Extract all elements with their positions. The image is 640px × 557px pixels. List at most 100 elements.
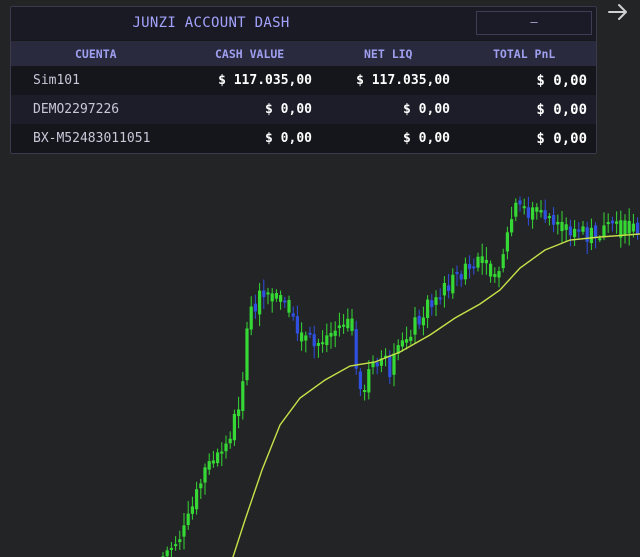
candle-body — [287, 300, 291, 313]
column-header-total-pnl[interactable]: TOTAL PnL — [493, 47, 555, 61]
candle-body — [321, 342, 325, 345]
candle-body — [350, 318, 354, 331]
column-header-account[interactable]: CUENTA — [75, 47, 117, 61]
candle-body — [342, 324, 346, 327]
net-liq-value: $ 117.035,00 — [356, 73, 450, 88]
candle-body — [556, 221, 560, 225]
candle-body — [274, 293, 278, 299]
total-pnl-value: $ 0,00 — [536, 73, 587, 89]
candle-body — [270, 293, 274, 302]
candle-body — [636, 222, 640, 234]
candle-body — [354, 328, 358, 369]
candle-body — [409, 336, 413, 341]
panel-header: JUNZI ACCOUNT DASH – — [11, 7, 596, 40]
panel-title: JUNZI ACCOUNT DASH — [132, 15, 290, 31]
candle-body — [543, 210, 547, 220]
candle-body — [329, 332, 333, 337]
total-pnl-value: $ 0,00 — [536, 102, 587, 118]
candle-body — [405, 339, 409, 343]
candle-body — [211, 460, 215, 464]
candle-body — [547, 216, 551, 219]
candle-body — [241, 381, 245, 411]
candle-body — [266, 292, 270, 295]
candle-body — [623, 220, 627, 236]
candle-body — [262, 290, 266, 298]
cash-value: $ 0,00 — [265, 102, 312, 117]
moving-average-line — [232, 233, 640, 557]
arrow-right-icon[interactable] — [606, 2, 630, 22]
candle-body — [568, 226, 572, 236]
candle-body — [195, 489, 199, 510]
candle-body — [346, 318, 350, 329]
cash-value: $ 0,00 — [265, 131, 312, 146]
candle-body — [615, 221, 619, 224]
total-pnl-value: $ 0,00 — [536, 131, 587, 147]
candle-body — [493, 273, 497, 277]
candle-body — [598, 238, 602, 241]
candle-body — [610, 220, 614, 224]
column-header-row: CUENTA CASH VALUE NET LIQ TOTAL PnL — [11, 41, 596, 66]
candle-body — [522, 206, 526, 209]
candle-body — [510, 219, 514, 233]
account-name: DEMO2297226 — [33, 102, 120, 117]
candle-body — [375, 362, 379, 367]
candle-body — [300, 332, 304, 342]
candle-body — [237, 409, 241, 417]
candle-body — [400, 340, 404, 347]
candle-body — [249, 306, 253, 330]
candle-body — [564, 224, 568, 230]
candle-body — [447, 285, 451, 291]
candle-body — [606, 222, 610, 225]
candle-body — [283, 300, 287, 303]
candle-body — [476, 256, 480, 268]
candle-body — [531, 207, 535, 220]
table-row[interactable]: Sim101 $ 117.035,00 $ 117.035,00 $ 0,00 — [11, 66, 596, 95]
candle-body — [451, 274, 455, 294]
candle-body — [203, 467, 207, 483]
minimize-button[interactable]: – — [476, 11, 592, 35]
candle-body — [526, 207, 530, 218]
candle-body — [304, 335, 308, 341]
candle-body — [186, 513, 190, 526]
candle-body — [308, 332, 312, 335]
candle-body — [224, 443, 228, 452]
candle-body — [589, 227, 593, 244]
cash-value: $ 117.035,00 — [218, 73, 312, 88]
candle-body — [421, 317, 425, 326]
candle-body — [333, 330, 337, 336]
candle-body — [358, 371, 362, 390]
column-header-net-liq[interactable]: NET LIQ — [364, 47, 412, 61]
candle-body — [207, 461, 211, 470]
candle-body — [258, 290, 262, 315]
account-dashboard-panel: JUNZI ACCOUNT DASH – CUENTA CASH VALUE N… — [10, 6, 597, 154]
candle-body — [430, 300, 434, 308]
table-row[interactable]: BX-M52483011051 $ 0,00 $ 0,00 $ 0,00 — [11, 124, 596, 153]
candle-body — [337, 325, 341, 329]
candle-body — [581, 226, 585, 232]
candle-body — [602, 225, 606, 237]
candle-body — [199, 483, 203, 489]
net-liq-value: $ 0,00 — [403, 131, 450, 146]
net-liq-value: $ 0,00 — [403, 102, 450, 117]
candle-body — [291, 313, 295, 317]
candle-body — [631, 223, 635, 232]
candle-body — [484, 259, 488, 264]
candle-body — [295, 316, 299, 334]
candle-body — [438, 297, 442, 300]
candle-body — [535, 207, 539, 212]
candle-body — [505, 232, 509, 252]
candle-body — [539, 210, 543, 213]
candle-body — [232, 413, 236, 441]
table-row[interactable]: DEMO2297226 $ 0,00 $ 0,00 $ 0,00 — [11, 95, 596, 124]
candle-body — [480, 256, 484, 263]
candle-body — [245, 328, 249, 381]
candle-body — [182, 525, 186, 537]
candle-body — [489, 263, 493, 277]
candle-body — [468, 264, 472, 269]
candle-body — [216, 452, 220, 464]
candle-body — [388, 355, 392, 378]
account-name: Sim101 — [33, 73, 80, 88]
candle-body — [392, 353, 396, 375]
column-header-cash-value[interactable]: CASH VALUE — [215, 47, 284, 61]
candle-body — [455, 272, 459, 275]
